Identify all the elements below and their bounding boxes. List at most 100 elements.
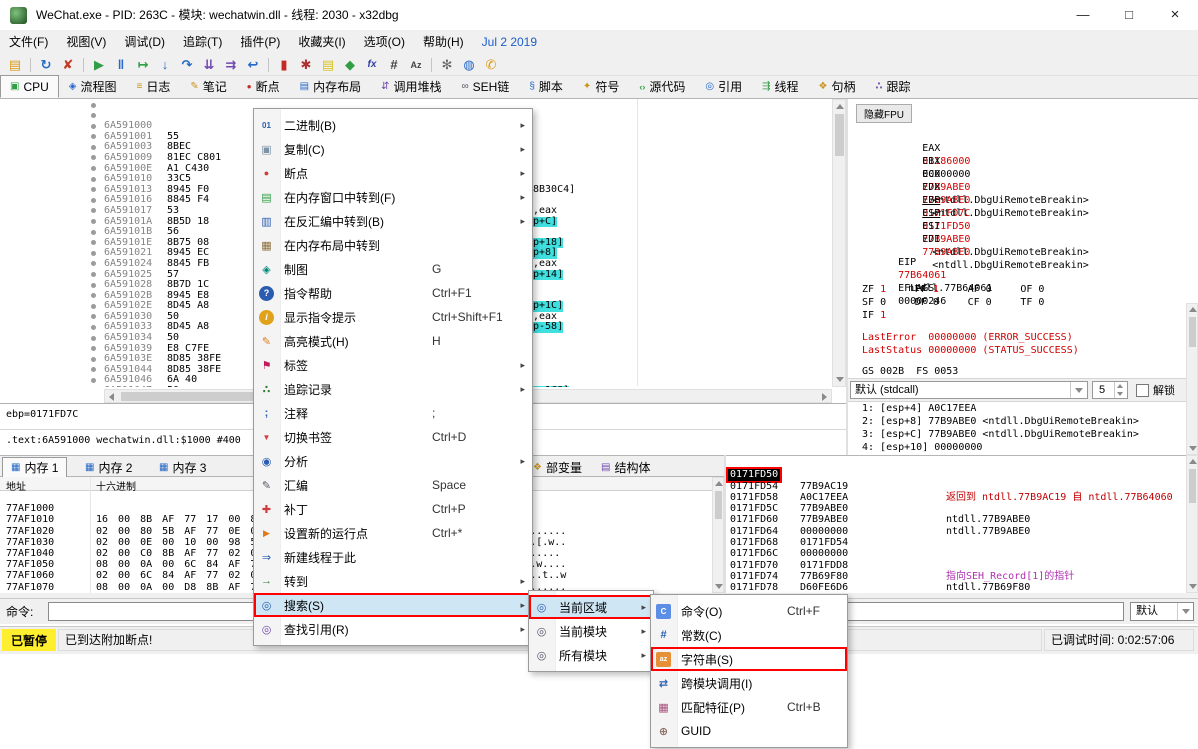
unlock-checkbox[interactable]: 解锁	[1136, 382, 1175, 398]
cpu-flag[interactable]: OF 0	[1020, 283, 1070, 296]
breakpoint-dot[interactable]	[91, 346, 96, 351]
eip-row[interactable]: EIP 77B64061 ntdll.77B64061	[862, 243, 992, 256]
hash-icon[interactable]: #	[383, 55, 405, 75]
cpu-flag[interactable]: TF 0	[1020, 296, 1070, 309]
tab-breakpoints[interactable]: ● 断点	[237, 75, 290, 98]
call-argument-row[interactable]: 4: [esp+10] 00000000	[862, 441, 1184, 454]
tab-script[interactable]: § 脚本	[519, 75, 573, 98]
stack-row[interactable]: 0171FD64 0171FD54	[726, 514, 1186, 525]
breakpoint-dot[interactable]	[91, 166, 96, 171]
tab-memory-3[interactable]: ▦ 内存 3	[150, 457, 215, 478]
command-mode-select[interactable]: 默认	[1130, 602, 1194, 621]
pause-icon[interactable]: ‖	[110, 55, 132, 75]
preferences-icon[interactable]: ✻	[436, 55, 458, 75]
breakpoint-dot[interactable]	[91, 134, 96, 139]
stack-row[interactable]: 0171FD6C 0171FDD8 指向SEH_Record[1]的指针	[726, 537, 1186, 548]
breakpoint-dot[interactable]	[91, 208, 96, 213]
tab-seh-chain[interactable]: ∞ SEH链	[452, 75, 520, 98]
tab-memory-2[interactable]: ▦ 内存 2	[76, 457, 141, 478]
breakpoint-dot[interactable]	[91, 304, 96, 309]
tab-notes[interactable]: ✎ 笔记	[180, 75, 236, 98]
context-menu-item[interactable]: ◈ 制图 G	[254, 257, 532, 281]
context-menu-item[interactable]: ; 注释 ;	[254, 401, 532, 425]
cpu-flag[interactable]: ZF 1	[862, 283, 912, 296]
context-menu-item[interactable]: → 转到 ▸	[254, 569, 532, 593]
breakpoint-dot[interactable]	[91, 325, 96, 330]
breakpoint-dot[interactable]	[91, 219, 96, 224]
stack-vscrollbar[interactable]	[1186, 455, 1198, 593]
stack-row[interactable]: 0171FD54 A0C17EEA	[726, 469, 1186, 480]
trace-over-icon[interactable]: ⇉	[220, 55, 242, 75]
case-icon[interactable]: Az	[405, 55, 427, 75]
breakpoint-dot[interactable]	[91, 261, 96, 266]
stack-row[interactable]: 0171FD70 77B69F80 ntdll.77B69F80	[726, 548, 1186, 559]
menubar-item[interactable]: 收藏夹(I)	[289, 30, 354, 54]
menubar-item[interactable]: 插件(P)	[231, 30, 289, 54]
settings-gear-icon[interactable]: ✱	[295, 55, 317, 75]
tab-struct[interactable]: ▤ 结构体	[592, 457, 659, 478]
cpu-flag[interactable]: CF 0	[968, 296, 1018, 309]
menubar-item[interactable]: 帮助(H)	[414, 30, 473, 54]
phone-icon[interactable]: ✆	[480, 55, 502, 75]
shield-icon[interactable]: ◆	[339, 55, 361, 75]
breakpoint-dot[interactable]	[91, 283, 96, 288]
breakpoint-dot[interactable]	[91, 145, 96, 150]
stack-row[interactable]: 0171FD50 77B9AC19 返回到 ntdll.77B9AC19 自 n…	[726, 458, 1186, 469]
tab-locals[interactable]: ❖ 部变量	[524, 457, 591, 478]
open-file-icon[interactable]: ▤	[4, 55, 26, 75]
stack-row[interactable]: 0171FD7C 0171FD8C	[726, 582, 1186, 593]
restart-icon[interactable]: ↻	[35, 55, 57, 75]
call-argument-row[interactable]: 2: [esp+8] 77B9ABE0 <ntdll.DbgUiRemoteBr…	[862, 415, 1184, 428]
submenu-item[interactable]: ▦ 匹配特征(P) Ctrl+B	[651, 695, 847, 719]
stack-row[interactable]: 0171FD78 00000000	[726, 571, 1186, 582]
argument-count-stepper[interactable]: 5	[1092, 381, 1128, 399]
breakpoint-dot[interactable]	[91, 314, 96, 319]
stack-row[interactable]: 0171FD60 00000000	[726, 503, 1186, 514]
context-menu-item[interactable]: ◎ 搜索(S) ▸	[254, 593, 532, 617]
context-menu-item[interactable]: ▤ 在内存窗口中转到(F) ▸	[254, 185, 532, 209]
breakpoint-dot[interactable]	[91, 177, 96, 182]
tab-memory-map[interactable]: ▤ 内存布局	[290, 75, 371, 98]
breakpoint-dot[interactable]	[91, 155, 96, 160]
context-menu-item[interactable]: ✎ 高亮模式(H) H	[254, 329, 532, 353]
submenu-item[interactable]: C 命令(O) Ctrl+F	[651, 599, 847, 623]
cpu-flag[interactable]: IF 1	[862, 309, 912, 322]
stack-row[interactable]: 0171FD58 77B9ABE0 ntdll.77B9ABE0	[726, 481, 1186, 492]
context-menu-item[interactable]: ● 断点 ▸	[254, 161, 532, 185]
submenu-item[interactable]: # 常数(C)	[651, 623, 847, 647]
arguments-vscrollbar[interactable]	[1186, 303, 1198, 455]
breakpoint-dot[interactable]	[91, 198, 96, 203]
breakpoint-dot[interactable]	[91, 378, 96, 383]
breakpoint-dot[interactable]	[91, 240, 96, 245]
eflags-row[interactable]: EFLAGS 00000246	[862, 269, 950, 282]
context-menu-item[interactable]: ⚑ 标签 ▸	[254, 353, 532, 377]
context-menu-item[interactable]: ? 指令帮助 Ctrl+F1	[254, 281, 532, 305]
fx-icon[interactable]: fx	[361, 55, 383, 75]
menubar-item[interactable]: 选项(O)	[355, 30, 414, 54]
tab-symbols[interactable]: ✦ 符号	[573, 75, 629, 98]
context-menu-item[interactable]: ▣ 复制(C) ▸	[254, 137, 532, 161]
execute-return-icon[interactable]: ↩	[242, 55, 264, 75]
context-menu-item[interactable]: i 显示指令提示 Ctrl+Shift+F1	[254, 305, 532, 329]
submenu-item[interactable]: ⇄ 跨模块调用(I)	[651, 671, 847, 695]
call-argument-row[interactable]: 3: [esp+C] 77B9ABE0 <ntdll.DbgUiRemoteBr…	[862, 428, 1184, 441]
notes-toolbar-icon[interactable]: ▤	[317, 55, 339, 75]
menubar-item[interactable]: 文件(F)	[0, 30, 57, 54]
menubar-item[interactable]: 视图(V)	[57, 30, 115, 54]
run-to-user-icon[interactable]: ↦	[132, 55, 154, 75]
context-menu-item[interactable]: ▶ 设置新的运行点 Ctrl+*	[254, 521, 532, 545]
breakpoint-dot[interactable]	[91, 293, 96, 298]
register-row[interactable]: EAX 01186000	[862, 129, 1194, 142]
context-menu-item[interactable]: ▥ 在反汇编中转到(B) ▸	[254, 209, 532, 233]
breakpoint-dot[interactable]	[91, 357, 96, 362]
run-icon[interactable]: ▶	[88, 55, 110, 75]
cpu-flag[interactable]: DF 0	[915, 296, 965, 309]
stack-row[interactable]: 0171FD74 D60FE6D6	[726, 560, 1186, 571]
breakpoint-dot[interactable]	[91, 113, 96, 118]
tab-handles[interactable]: ❖ 句柄	[809, 75, 866, 98]
trace-into-icon[interactable]: ⇊	[198, 55, 220, 75]
minimize-button[interactable]: —	[1060, 0, 1106, 30]
tab-cpu[interactable]: ▣ CPU	[0, 75, 59, 98]
breakpoint-dot[interactable]	[91, 103, 96, 108]
menubar-item[interactable]: 调试(D)	[115, 30, 174, 54]
